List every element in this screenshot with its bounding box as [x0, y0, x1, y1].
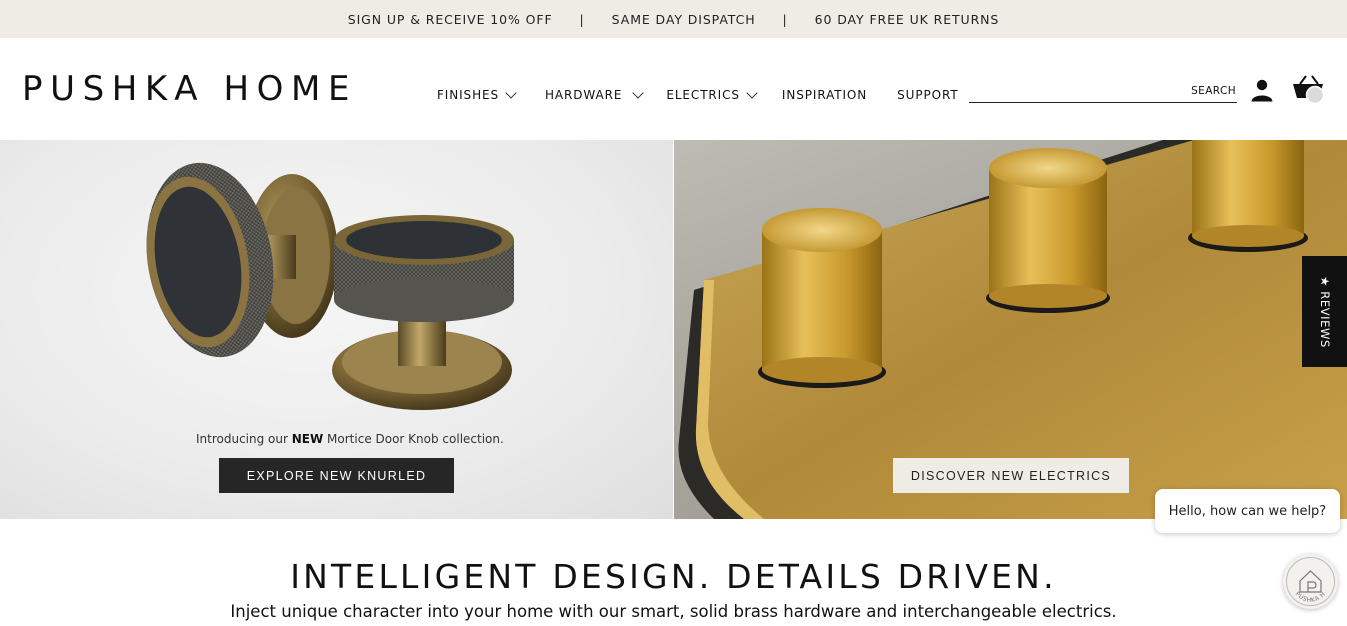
hero-intro-text: Introducing our NEW Mortice Door Knob co…: [196, 432, 504, 446]
page-headline: INTELLIGENT DESIGN. DETAILS DRIVEN.: [290, 557, 1057, 596]
chat-prompt-bubble[interactable]: Hello, how can we help?: [1155, 489, 1340, 533]
main-nav: FINISHES HARDWARE ELECTRICS INSPIRATION …: [437, 86, 989, 102]
nav-item-finishes[interactable]: FINISHES: [437, 86, 517, 102]
announcement-dispatch: SAME DAY DISPATCH: [611, 11, 756, 27]
intro-suffix: Mortice Door Knob collection.: [323, 432, 504, 446]
nav-item-support[interactable]: SUPPORT: [897, 88, 958, 102]
search-bar: SEARCH: [969, 83, 1237, 103]
nav-item-hardware[interactable]: HARDWARE: [545, 86, 645, 102]
announcement-returns: 60 DAY FREE UK RETURNS: [814, 11, 1000, 27]
discover-electrics-button[interactable]: DISCOVER NEW ELECTRICS: [893, 458, 1129, 493]
chevron-down-icon: [746, 86, 758, 99]
user-icon[interactable]: [1250, 78, 1274, 102]
intro-prefix: Introducing our: [196, 432, 292, 446]
chat-prompt-text: Hello, how can we help?: [1168, 503, 1327, 519]
announcement-separator: |: [782, 11, 788, 27]
announcement-separator: |: [579, 11, 585, 27]
explore-knurled-button[interactable]: EXPLORE NEW KNURLED: [219, 458, 454, 493]
chevron-down-icon: [632, 86, 645, 99]
chevron-down-icon: [505, 86, 517, 99]
nav-label: INSPIRATION: [781, 88, 868, 102]
basket-icon[interactable]: [1291, 74, 1325, 106]
reviews-tab[interactable]: ★ REVIEWS: [1302, 256, 1347, 367]
nav-item-inspiration[interactable]: INSPIRATION: [782, 88, 867, 102]
hero-electrics-banner[interactable]: DISCOVER NEW ELECTRICS: [674, 140, 1347, 519]
nav-label: ELECTRICS: [666, 88, 740, 102]
search-input[interactable]: [969, 83, 1189, 101]
site-logo[interactable]: PUSHKA HOME: [22, 69, 357, 109]
hero-knurled-banner[interactable]: Introducing our NEW Mortice Door Knob co…: [0, 140, 673, 519]
site-header: PUSHKA HOME FINISHES HARDWARE ELECTRICS …: [0, 38, 1347, 140]
nav-label: HARDWARE: [545, 88, 623, 102]
announcement-signup[interactable]: SIGN UP & RECEIVE 10% OFF: [348, 12, 553, 27]
page-subheadline: Inject unique character into your home w…: [230, 602, 1117, 621]
reviews-tab-label: ★ REVIEWS: [1317, 275, 1332, 348]
nav-label: SUPPORT: [897, 88, 959, 102]
nav-label: FINISHES: [437, 88, 499, 102]
announcement-bar: SIGN UP & RECEIVE 10% OFF | SAME DAY DIS…: [0, 0, 1347, 38]
nav-item-electrics[interactable]: ELECTRICS: [666, 86, 758, 102]
intro-new-badge: NEW: [291, 432, 324, 446]
search-label[interactable]: SEARCH: [1191, 85, 1236, 97]
